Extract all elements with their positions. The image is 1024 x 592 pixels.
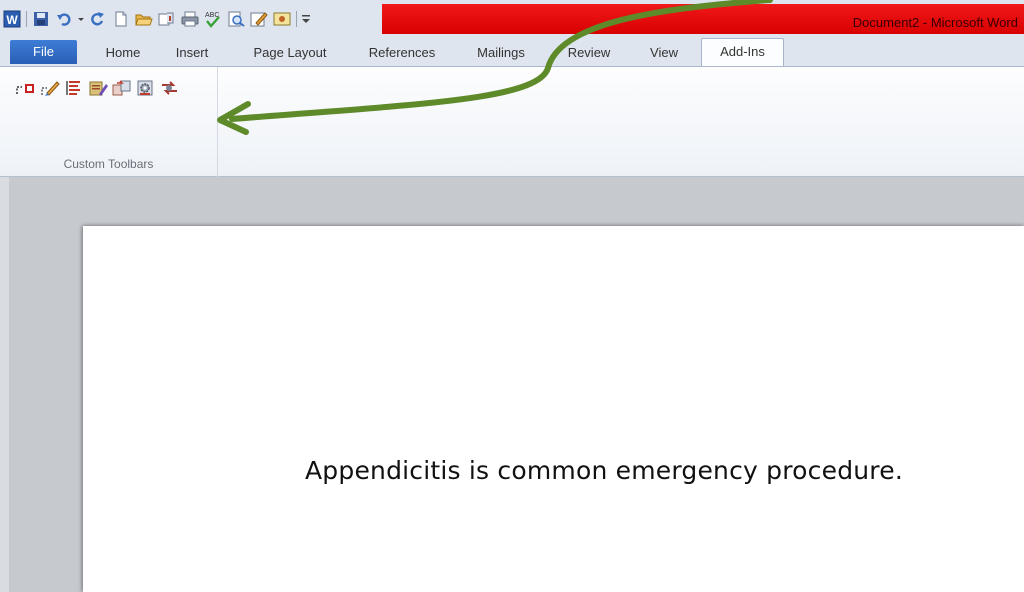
list-format-icon[interactable] [62,77,86,99]
document-area: Appendicitis is common emergency procedu… [0,177,1024,592]
gear-doc-icon[interactable] [134,77,158,99]
custom-toolbar-icons [14,77,182,99]
vertical-ruler-strip [0,177,9,592]
undo-icon[interactable] [54,9,74,29]
tab-insert[interactable]: Insert [170,42,214,64]
title-bar-accent: Document2 - Microsoft Word [382,4,1024,34]
toolbar-separator [296,11,297,27]
ribbon-tab-row: File Home Insert Page Layout References … [0,38,1024,66]
word-app-icon[interactable]: W [2,9,22,29]
tab-add-ins[interactable]: Add-Ins [701,38,784,66]
custom-toolbars-group: Custom Toolbars [0,67,218,177]
tab-home[interactable]: Home [100,42,146,64]
link-field-icon[interactable] [14,77,38,99]
svg-text:W: W [6,13,18,27]
quick-access-toolbar: W ABC [2,7,314,31]
pencil-note-icon[interactable] [86,77,110,99]
document-body-text[interactable]: Appendicitis is common emergency procedu… [305,456,903,485]
tab-view[interactable]: View [644,42,684,64]
save-icon[interactable] [31,9,51,29]
document-page[interactable]: Appendicitis is common emergency procedu… [83,226,1024,592]
new-document-icon[interactable] [111,9,131,29]
tab-mailings[interactable]: Mailings [470,42,532,64]
undo-dropdown-icon[interactable] [77,9,85,29]
open-icon[interactable] [134,9,154,29]
attach-icon[interactable] [157,9,177,29]
edit-icon[interactable] [249,9,269,29]
redo-icon[interactable] [88,9,108,29]
swap-arrows-icon[interactable] [158,77,182,99]
spelling-icon[interactable]: ABC [203,9,223,29]
tab-page-layout[interactable]: Page Layout [246,42,334,64]
sync-icon[interactable] [110,77,134,99]
brush-edit-icon[interactable] [38,77,62,99]
print-icon[interactable] [180,9,200,29]
customize-dropdown-icon[interactable] [301,9,311,29]
tab-references[interactable]: References [362,42,442,64]
picture-icon[interactable] [272,9,292,29]
group-label: Custom Toolbars [63,157,154,171]
tab-review[interactable]: Review [562,42,616,64]
print-preview-icon[interactable] [226,9,246,29]
toolbar-separator [26,11,27,27]
ribbon-panel: Custom Toolbars [0,66,1024,177]
window-title: Document2 - Microsoft Word [852,15,1018,30]
title-bar: Document2 - Microsoft Word W ABC [0,0,1024,38]
tab-file[interactable]: File [10,40,77,64]
